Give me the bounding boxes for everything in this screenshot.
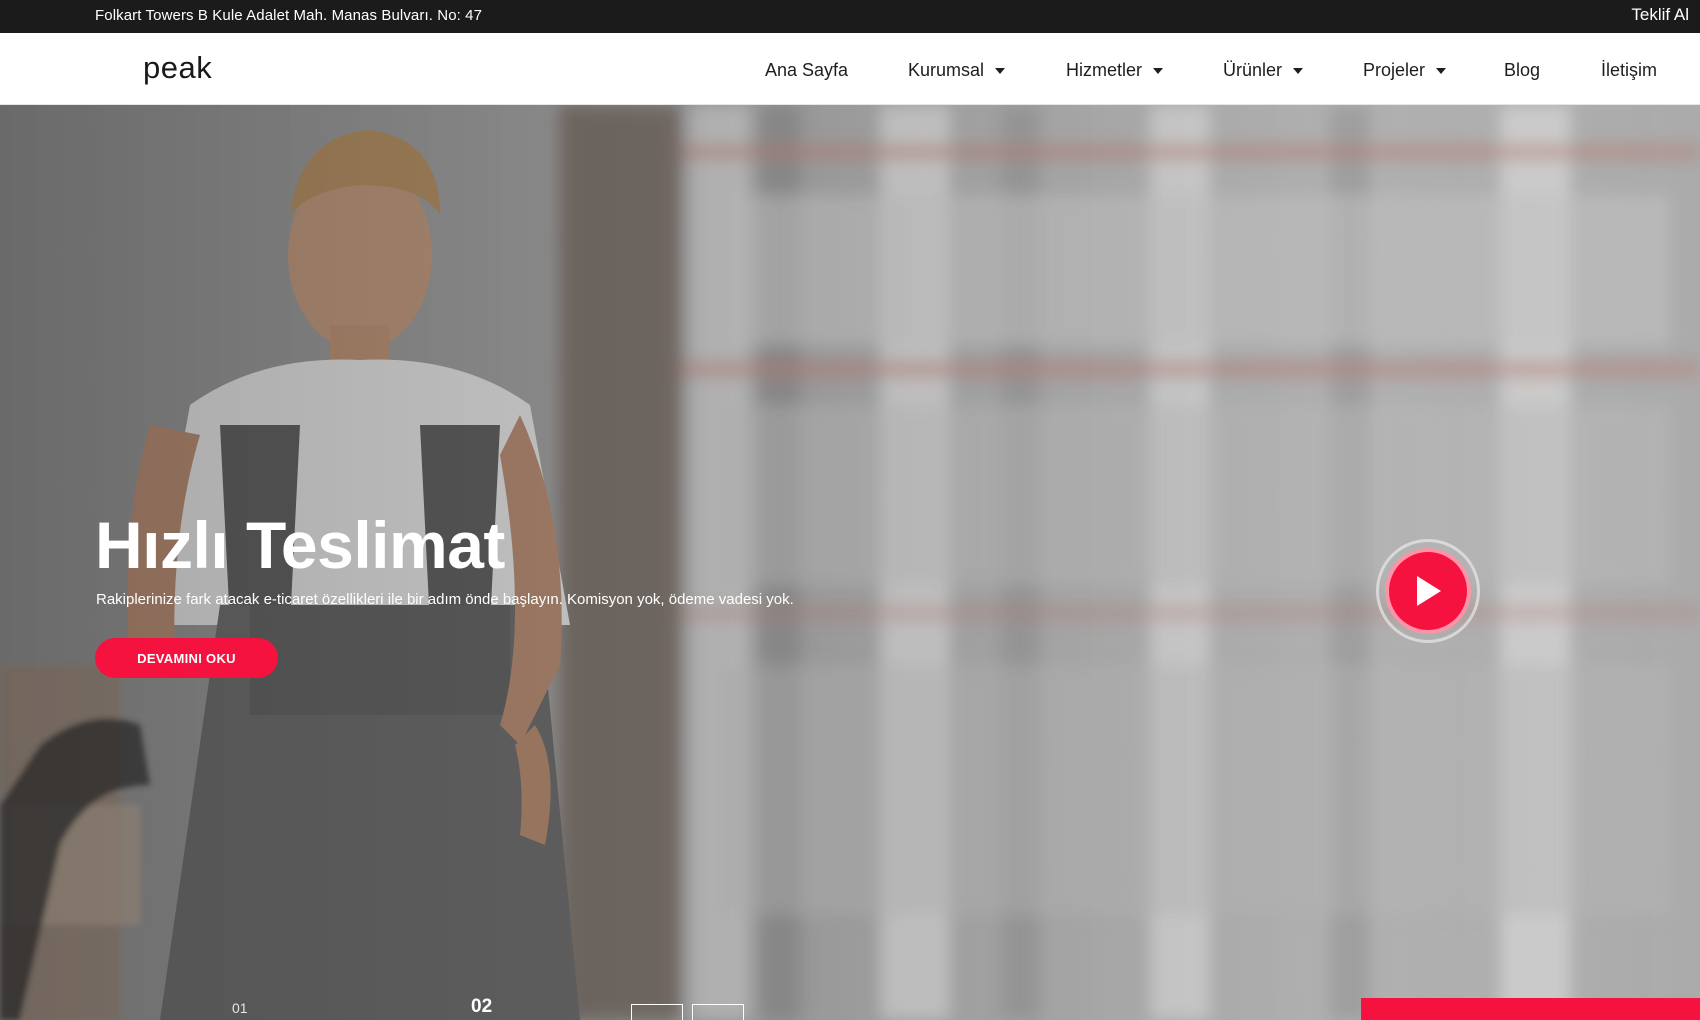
nav-item-projects[interactable]: Projeler <box>1363 55 1447 85</box>
nav-item-contact[interactable]: İletişim <box>1601 55 1657 85</box>
slide-number-1[interactable]: 01 <box>232 1000 248 1016</box>
nav-item-label: Ana Sayfa <box>765 59 849 80</box>
nav-item-label: Projeler <box>1363 59 1426 80</box>
hero-slider: Hızlı Teslimat Rakiplerinize fark atacak… <box>0 105 1700 1020</box>
nav-item-blog[interactable]: Blog <box>1504 55 1540 85</box>
video-play-button[interactable] <box>1376 539 1480 643</box>
caret-down-icon <box>1153 68 1164 74</box>
nav-item-label: Blog <box>1504 59 1541 80</box>
caret-down-icon <box>1436 68 1447 74</box>
nav-item-corporate[interactable]: Kurumsal <box>908 55 1006 85</box>
top-bar: Folkart Towers B Kule Adalet Mah. Manas … <box>0 0 1700 33</box>
nav-item-products[interactable]: Ürünler <box>1223 55 1304 85</box>
nav-item-services[interactable]: Hizmetler <box>1066 55 1164 85</box>
read-more-button[interactable]: DEVAMINI OKU <box>95 638 278 678</box>
nav-item-label: Hizmetler <box>1066 59 1143 80</box>
play-button-circle <box>1385 548 1471 634</box>
site-header: peak Ana Sayfa Kurumsal Hizmetler Ürünle… <box>0 33 1700 105</box>
slider-prev-button[interactable] <box>631 1004 683 1020</box>
quote-request-link[interactable]: Teklif Al <box>1631 5 1689 25</box>
play-icon <box>1417 576 1441 606</box>
nav-item-label: Kurumsal <box>908 59 985 80</box>
nav-item-home[interactable]: Ana Sayfa <box>765 55 848 85</box>
hero-title: Hızlı Teslimat <box>95 508 505 582</box>
address-text: Folkart Towers B Kule Adalet Mah. Manas … <box>95 7 483 24</box>
hero-subtitle: Rakiplerinize fark atacak e-ticaret özel… <box>96 591 794 608</box>
nav-item-label: Ürünler <box>1223 59 1283 80</box>
caret-down-icon <box>995 68 1006 74</box>
main-nav: Ana Sayfa Kurumsal Hizmetler Ürünler Pro… <box>0 55 1700 85</box>
accent-strip <box>1361 998 1700 1020</box>
nav-item-label: İletişim <box>1601 59 1658 80</box>
slider-next-button[interactable] <box>692 1004 744 1020</box>
caret-down-icon <box>1293 68 1304 74</box>
slide-number-2[interactable]: 02 <box>471 996 492 1018</box>
